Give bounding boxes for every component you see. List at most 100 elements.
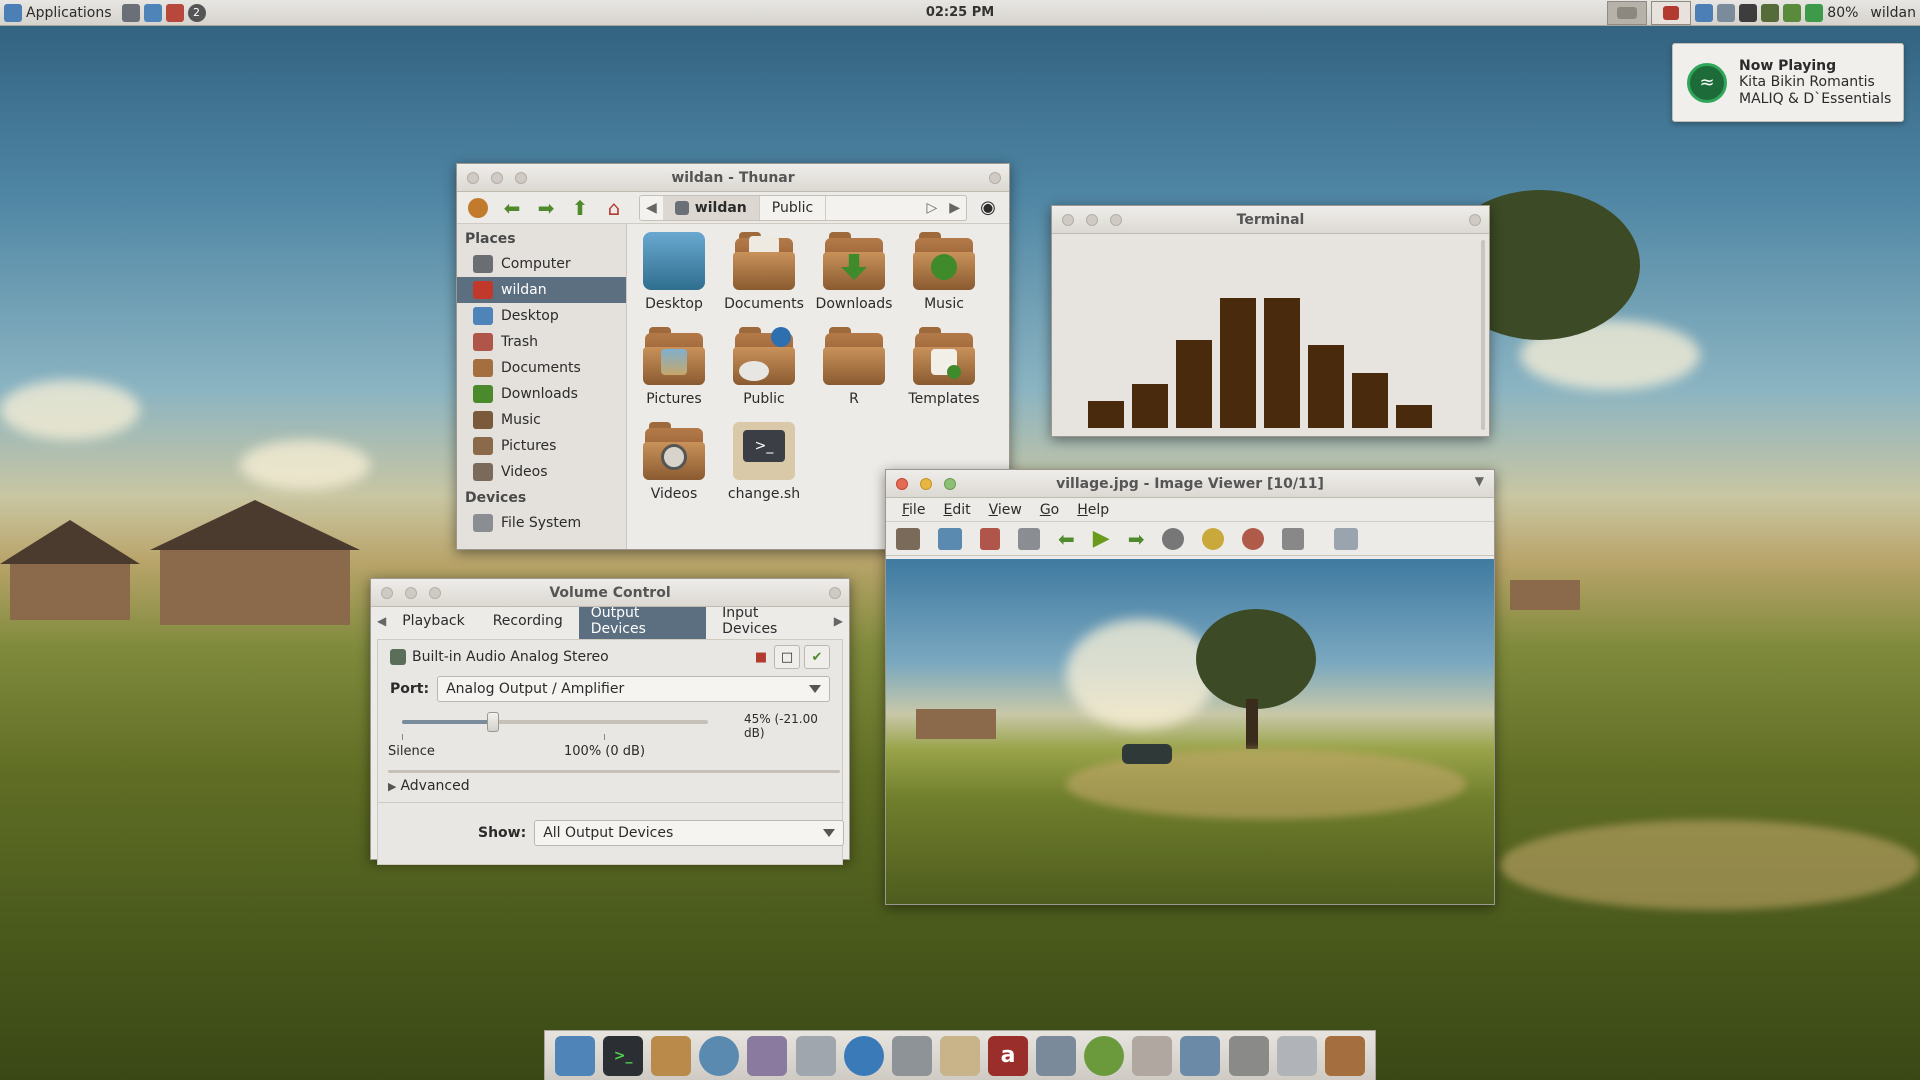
battery-icon[interactable] <box>1805 4 1824 22</box>
zoom-fit-icon[interactable] <box>1202 527 1225 550</box>
settings-tray-icon[interactable] <box>1783 4 1802 22</box>
browser-icon[interactable] <box>699 1035 740 1076</box>
file-downloads[interactable]: Downloads <box>809 232 899 327</box>
clock[interactable]: 02:25 PM <box>926 5 994 20</box>
play-slideshow-icon[interactable]: ▶ <box>1093 526 1110 551</box>
sidebar-item-downloads[interactable]: Downloads <box>457 381 626 407</box>
crumb-right-arrow-icon[interactable]: ▶ <box>943 200 966 216</box>
tabs-left-arrow-icon[interactable]: ◀ <box>377 614 386 628</box>
window-menu-button[interactable] <box>989 172 1001 184</box>
sidebar-item-music[interactable]: Music <box>457 407 626 433</box>
volume-slider-handle[interactable] <box>486 712 499 732</box>
text-editor-icon[interactable] <box>747 1035 788 1076</box>
delete-icon[interactable] <box>980 527 1000 550</box>
file-manager-icon[interactable] <box>555 1035 596 1076</box>
display-settings-icon[interactable] <box>1180 1035 1221 1076</box>
close-button[interactable] <box>467 172 479 184</box>
thunar-launcher-icon[interactable] <box>121 3 140 22</box>
window-menu-button[interactable] <box>1469 214 1481 226</box>
terminal-content[interactable] <box>1052 234 1489 436</box>
now-playing-notification[interactable]: ≈ Now Playing Kita Bikin Romantis MALIQ … <box>1672 43 1904 122</box>
disk-utility-icon[interactable] <box>1132 1035 1173 1076</box>
file-videos[interactable]: Videos <box>629 422 719 517</box>
file-change-sh[interactable]: >_ change.sh <box>719 422 809 517</box>
display-icon[interactable] <box>1717 4 1736 22</box>
maximize-button[interactable] <box>515 172 527 184</box>
zoom-in-icon[interactable] <box>1162 527 1185 550</box>
mail-icon[interactable] <box>843 1035 884 1076</box>
sidebar-item-trash[interactable]: Trash <box>457 329 626 355</box>
minimize-button[interactable] <box>1086 214 1098 226</box>
close-button[interactable] <box>896 478 908 490</box>
tab-input-devices[interactable]: Input Devices <box>710 602 826 640</box>
tabs-right-arrow-icon[interactable]: ▶ <box>834 614 843 628</box>
menu-edit[interactable]: Edit <box>943 502 970 518</box>
sidebar-item-pictures[interactable]: Pictures <box>457 433 626 459</box>
sidebar-item-file-system[interactable]: File System <box>457 510 626 536</box>
fullscreen-icon[interactable] <box>1334 527 1359 550</box>
advanced-expander[interactable]: ▶ Advanced <box>388 778 470 794</box>
maximize-button[interactable] <box>429 587 441 599</box>
volume-launcher-icon[interactable] <box>165 3 184 22</box>
crumb-wildan[interactable]: wildan <box>662 195 760 220</box>
previous-icon[interactable]: ⬅ <box>1058 527 1075 551</box>
maximize-button[interactable] <box>1110 214 1122 226</box>
screenshot-icon[interactable] <box>1228 1035 1269 1076</box>
image-editor-icon[interactable] <box>795 1035 836 1076</box>
terminal-icon[interactable]: >_ <box>603 1035 644 1076</box>
home-icon[interactable]: ⌂ <box>601 197 627 219</box>
maximize-button[interactable] <box>944 478 956 490</box>
update-icon[interactable] <box>1761 4 1780 22</box>
home-folder-icon[interactable] <box>1324 1035 1365 1076</box>
keyboard-icon[interactable] <box>1739 4 1758 22</box>
file-templates[interactable]: Templates <box>899 327 989 422</box>
applications-menu[interactable]: Applications <box>26 5 112 21</box>
crumb-left-arrow-icon[interactable]: ◀ <box>640 200 663 216</box>
file-public[interactable]: Public <box>719 327 809 422</box>
sidebar-item-wildan[interactable]: wildan <box>457 277 626 303</box>
media-player-icon[interactable] <box>1084 1035 1125 1076</box>
workspace-switcher-1[interactable] <box>1607 1 1648 25</box>
terminal-scrollbar[interactable] <box>1481 240 1485 430</box>
network-icon[interactable] <box>1695 4 1714 22</box>
mute-icon[interactable]: ■ <box>748 645 774 669</box>
applications-menu-icon[interactable] <box>4 3 22 22</box>
up-icon[interactable]: ⬆ <box>567 197 593 219</box>
menu-go[interactable]: Go <box>1040 502 1059 518</box>
printer-icon[interactable] <box>891 1035 932 1076</box>
show-select[interactable]: All Output Devices <box>534 820 845 846</box>
port-select[interactable]: Analog Output / Amplifier <box>437 676 830 702</box>
crumb-stop-icon[interactable]: ▷ <box>920 200 943 216</box>
minimize-button[interactable] <box>405 587 417 599</box>
viewer-titlebar[interactable]: village.jpg - Image Viewer [10/11] ▼ <box>886 470 1494 498</box>
menu-view[interactable]: View <box>989 502 1022 518</box>
minimize-button[interactable] <box>920 478 932 490</box>
window-menu-icon[interactable]: ▼ <box>1475 474 1484 488</box>
file-r[interactable]: R <box>809 327 899 422</box>
workspace-switcher-2[interactable] <box>1651 1 1692 25</box>
sidebar-item-desktop[interactable]: Desktop <box>457 303 626 329</box>
close-button[interactable] <box>1062 214 1074 226</box>
tools-icon[interactable] <box>1276 1035 1317 1076</box>
back-icon[interactable]: ⬅ <box>499 197 525 219</box>
notes-icon[interactable] <box>939 1035 980 1076</box>
file-documents[interactable]: Documents <box>719 232 809 327</box>
window-menu-button[interactable] <box>829 587 841 599</box>
tab-playback[interactable]: Playback <box>390 610 476 632</box>
edit-icon[interactable] <box>1018 527 1040 550</box>
terminal-titlebar[interactable]: Terminal <box>1052 206 1489 234</box>
next-icon[interactable]: ➡ <box>1128 527 1145 551</box>
sidebar-item-videos[interactable]: Videos <box>457 459 626 485</box>
image-viewer-launcher-icon[interactable] <box>143 3 162 22</box>
volume-titlebar[interactable]: Volume Control <box>371 579 849 607</box>
menu-file[interactable]: File <box>902 502 925 518</box>
minimize-button[interactable] <box>491 172 503 184</box>
set-default-icon[interactable]: ✔ <box>804 645 830 669</box>
sidebar-item-documents[interactable]: Documents <box>457 355 626 381</box>
sidebar-item-computer[interactable]: Computer <box>457 251 626 277</box>
close-button[interactable] <box>381 587 393 599</box>
file-pictures[interactable]: Pictures <box>629 327 719 422</box>
zoom-out-icon[interactable] <box>1242 527 1265 550</box>
thunar-titlebar[interactable]: wildan - Thunar <box>457 164 1009 192</box>
open-icon[interactable] <box>896 527 920 550</box>
